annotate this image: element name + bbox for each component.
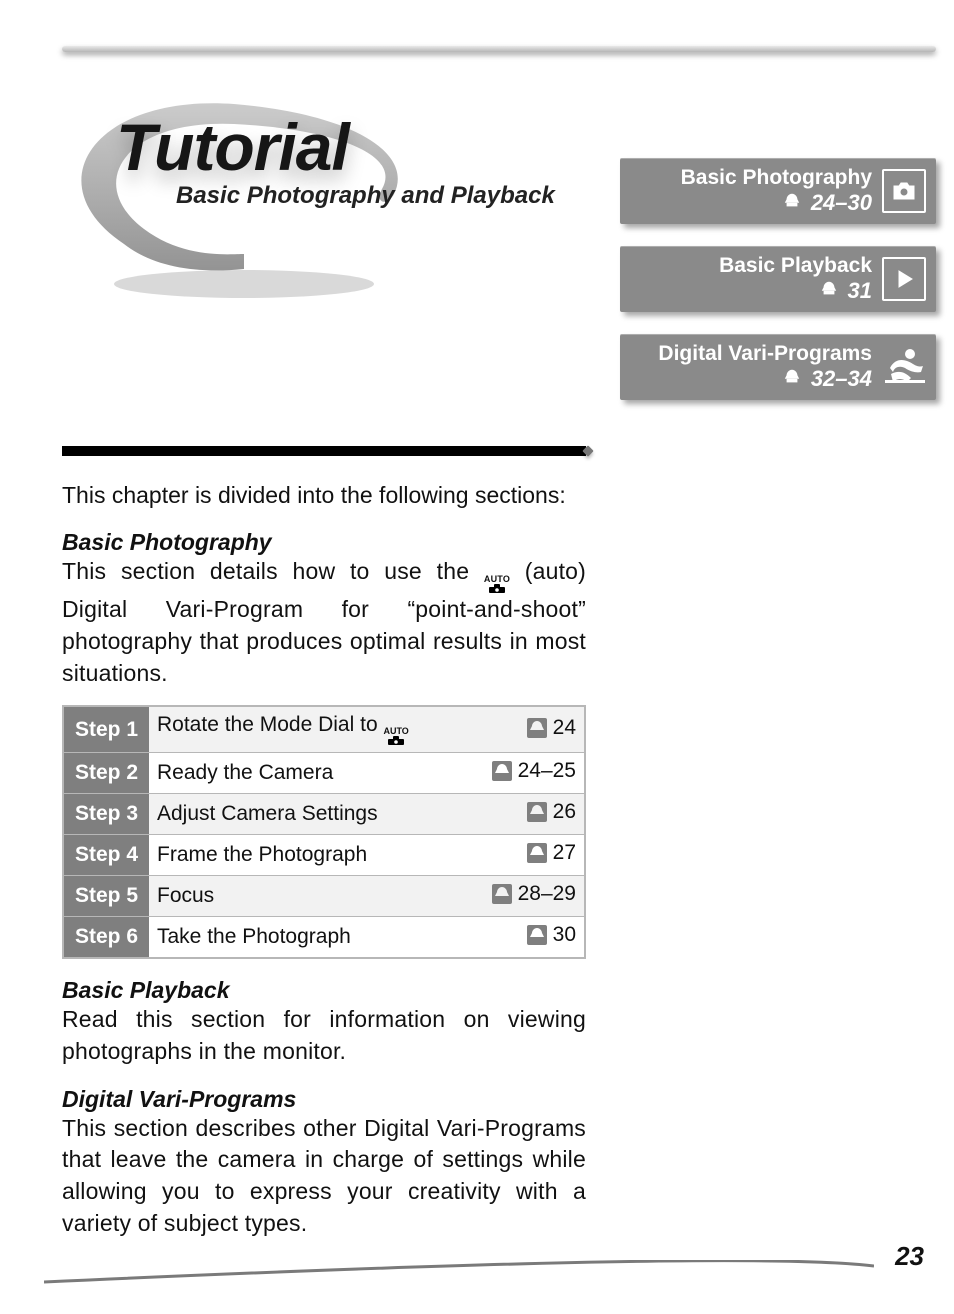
page-ref-icon	[492, 761, 512, 787]
table-row: Step 3Adjust Camera Settings26	[63, 794, 585, 835]
nav-item-pages: 31	[848, 278, 872, 304]
intro-text: This chapter is divided into the followi…	[62, 480, 586, 511]
page-ref-icon	[783, 192, 801, 215]
nav-item-title: Basic Playback	[630, 254, 872, 278]
nav-item-pages: 24–30	[811, 190, 872, 216]
step-pages: 30	[477, 917, 585, 959]
nav-item-pages: 32–34	[811, 366, 872, 392]
nav-item-digital-vari-programs[interactable]: Digital Vari-Programs 32–34	[620, 334, 936, 400]
top-horizontal-rule	[62, 46, 936, 54]
step-pages: 28–29	[477, 876, 585, 917]
page-ref-icon	[527, 718, 547, 744]
chapter-header: Tutorial Basic Photography and Playback	[62, 114, 602, 210]
page-footer-rule	[44, 1260, 874, 1284]
camera-icon	[882, 169, 926, 213]
section-text-dvp: This section describes other Digital Var…	[62, 1113, 586, 1240]
figure-icon	[882, 345, 926, 389]
section-text-basic-playback: Read this section for information on vie…	[62, 1004, 586, 1067]
play-icon	[882, 257, 926, 301]
page-ref-icon	[820, 280, 838, 303]
step-pages: 27	[477, 835, 585, 876]
step-description: Adjust Camera Settings	[149, 794, 477, 835]
step-pages: 26	[477, 794, 585, 835]
nav-item-basic-photography[interactable]: Basic Photography 24–30	[620, 158, 936, 224]
steps-table: Step 1Rotate the Mode Dial to AUTO24Step…	[62, 705, 586, 959]
text-fragment: This section details how to use the	[62, 558, 484, 584]
step-description: Ready the Camera	[149, 753, 477, 794]
step-pages: 24–25	[477, 753, 585, 794]
section-nav: Basic Photography 24–30 Basic Playback	[620, 158, 936, 400]
auto-mode-icon: AUTO	[484, 575, 510, 594]
step-description: Focus	[149, 876, 477, 917]
nav-item-basic-playback[interactable]: Basic Playback 31	[620, 246, 936, 312]
nav-item-title: Digital Vari-Programs	[630, 342, 872, 366]
table-row: Step 4Frame the Photograph27	[63, 835, 585, 876]
section-title-basic-playback: Basic Playback	[62, 977, 586, 1004]
step-label: Step 1	[63, 706, 149, 753]
step-label: Step 2	[63, 753, 149, 794]
page-ref-icon	[492, 884, 512, 910]
nav-item-title: Basic Photography	[630, 166, 872, 190]
chapter-subtitle: Basic Photography and Playback	[176, 182, 602, 210]
step-description: Rotate the Mode Dial to AUTO	[149, 706, 477, 753]
page-ref-icon	[527, 843, 547, 869]
page-ref-icon	[527, 802, 547, 828]
auto-label: AUTO	[484, 575, 510, 584]
step-label: Step 4	[63, 835, 149, 876]
step-label: Step 3	[63, 794, 149, 835]
step-description: Frame the Photograph	[149, 835, 477, 876]
step-pages: 24	[477, 706, 585, 753]
step-label: Step 6	[63, 917, 149, 959]
step-description: Take the Photograph	[149, 917, 477, 959]
page-ref-icon	[783, 368, 801, 391]
section-title-basic-photography: Basic Photography	[62, 529, 586, 556]
table-row: Step 2Ready the Camera24–25	[63, 753, 585, 794]
table-row: Step 1Rotate the Mode Dial to AUTO24	[63, 706, 585, 753]
page-ref-icon	[527, 925, 547, 951]
table-row: Step 6Take the Photograph30	[63, 917, 585, 959]
section-divider	[62, 446, 586, 456]
auto-mode-icon: AUTO	[383, 727, 408, 746]
page-number: 23	[895, 1241, 924, 1272]
table-row: Step 5Focus28–29	[63, 876, 585, 917]
step-label: Step 5	[63, 876, 149, 917]
section-text-basic-photography: This section details how to use the AUTO…	[62, 556, 586, 689]
section-title-dvp: Digital Vari-Programs	[62, 1086, 586, 1113]
chapter-title: Tutorial	[116, 114, 602, 180]
